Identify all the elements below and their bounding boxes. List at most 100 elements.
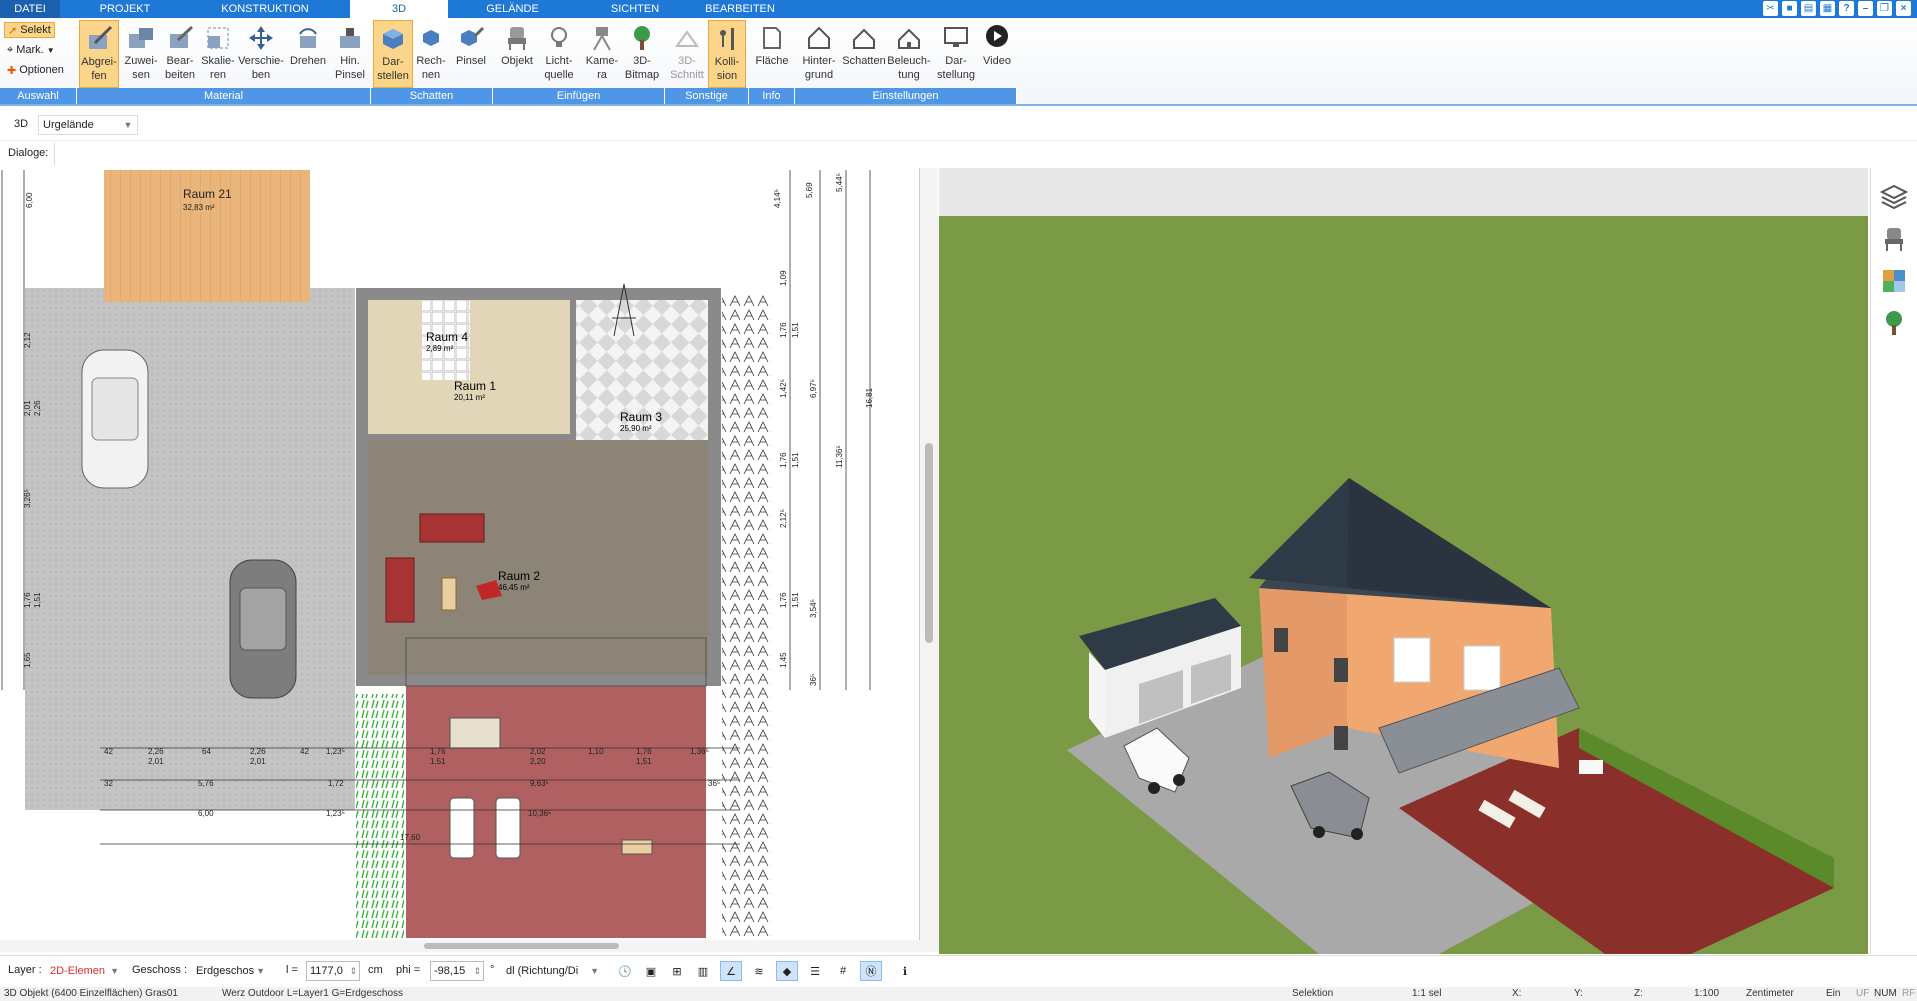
direction-select[interactable]: dl (Richtung/Di ▼ [502, 961, 602, 981]
close-icon[interactable]: × [1896, 1, 1911, 16]
floor-plan-view[interactable]: Raum 21 32,83 m² Raum 4 2,89 m² Raum 1 2… [0, 168, 920, 940]
scroll-thumb[interactable] [925, 443, 933, 643]
grid-icon[interactable]: ▦ [1820, 1, 1835, 16]
svg-text:1,51: 1,51 [791, 452, 800, 468]
show-shadows-button[interactable]: Dar- stellen [373, 20, 413, 88]
lounger-2[interactable] [495, 797, 521, 859]
scale-material-button[interactable]: Skalie- ren [198, 20, 238, 88]
insert-object-button[interactable]: Objekt [497, 20, 537, 88]
monitor-icon[interactable]: ▣ [640, 961, 662, 981]
tab-datei[interactable]: DATEI [0, 0, 60, 18]
svg-text:42: 42 [104, 747, 113, 756]
cube-icon [383, 29, 403, 49]
tools-icon[interactable]: ✂ [1763, 1, 1778, 16]
svg-text:1,10: 1,10 [588, 747, 604, 756]
diamond-icon[interactable]: ◆ [776, 961, 798, 981]
move-material-button[interactable]: Verschie- ben [236, 20, 286, 88]
tab-konstruktion[interactable]: KONSTRUKTION [200, 0, 330, 18]
brush-icon [340, 28, 360, 48]
lawn-strip[interactable] [356, 694, 404, 938]
materials-icon[interactable] [1879, 266, 1909, 296]
stepper-icon[interactable]: ⇕ [349, 962, 357, 980]
layer-select[interactable]: 2D-Elemen ▼ [46, 961, 122, 981]
light-source-button[interactable]: Licht- quelle [539, 20, 579, 88]
scroll-thumb[interactable] [424, 943, 619, 949]
lounger-1[interactable] [449, 797, 475, 859]
status-scale: 1:100 [1694, 988, 1720, 999]
grid-icon[interactable]: # [832, 961, 854, 981]
layers-icon[interactable] [1879, 182, 1909, 212]
view-mode-label: 3D [14, 118, 29, 130]
length-input[interactable]: 1177,0 ⇕ [306, 961, 360, 981]
room-2[interactable] [368, 440, 708, 675]
bench[interactable] [449, 717, 501, 749]
options-button[interactable]: ✚ Optionen [4, 62, 67, 78]
phi-input[interactable]: -98,15 ⇕ [430, 961, 484, 981]
geschoss-select[interactable]: Erdgeschos ▼ [192, 961, 268, 981]
car-white[interactable] [81, 349, 149, 489]
stepper-icon[interactable]: ⇕ [473, 962, 481, 980]
clock-icon[interactable]: 🕓 [614, 961, 636, 981]
coffee-table[interactable] [441, 577, 457, 611]
side-table[interactable] [621, 839, 653, 855]
wall-icon[interactable]: ▥ [692, 961, 714, 981]
sofa[interactable] [419, 513, 485, 543]
3d-render-canvas[interactable] [939, 168, 1868, 954]
help-icon[interactable]: ? [1839, 1, 1854, 16]
svg-text:1,51: 1,51 [636, 757, 652, 766]
hedge[interactable] [722, 293, 772, 938]
minimize-icon[interactable]: – [1858, 1, 1873, 16]
floor-plan-canvas[interactable]: Raum 21 32,83 m² Raum 4 2,89 m² Raum 1 2… [0, 168, 920, 940]
tab-sichten[interactable]: SICHTEN [590, 0, 680, 18]
3d-view[interactable] [939, 168, 1868, 954]
armchair[interactable] [385, 557, 415, 623]
color-icon[interactable]: ■ [1782, 1, 1797, 16]
pick-material-button[interactable]: Abgrei- fen [79, 20, 119, 88]
rotate-material-button[interactable]: Drehen [286, 20, 330, 88]
tab-projekt[interactable]: PROJEKT [80, 0, 170, 18]
svg-text:5,69: 5,69 [805, 182, 814, 198]
svg-text:2,12: 2,12 [23, 332, 32, 348]
edit-material-button[interactable]: Bear- beiten [160, 20, 200, 88]
floor-select[interactable]: Urgelände ▼ [38, 115, 138, 135]
area-button[interactable]: Fläche [752, 20, 792, 88]
snap-icon[interactable]: ⊞ [666, 961, 688, 981]
cursor-icon: ➚ [8, 24, 18, 37]
bitmap-3d-button[interactable]: 3D- Bitmap [622, 20, 662, 88]
section-3d-button[interactable]: 3D- Schnitt [667, 20, 707, 88]
chair-icon[interactable] [1879, 224, 1909, 254]
shadow-settings-button[interactable]: Schatten [841, 20, 887, 88]
background-button[interactable]: Hinter- grund [797, 20, 841, 88]
status-x: X: [1512, 988, 1522, 999]
layout-icon[interactable]: ▤ [1801, 1, 1816, 16]
assign-material-button[interactable]: Zuwei- sen [121, 20, 161, 88]
driveway[interactable] [25, 288, 355, 810]
tab-bearbeiten[interactable]: BEARBEITEN [695, 0, 785, 18]
select-button[interactable]: ➚ Selekt [4, 22, 55, 38]
car-grey[interactable] [229, 559, 297, 699]
assign-icon [129, 28, 153, 48]
video-button[interactable]: Video [978, 20, 1016, 88]
restore-icon[interactable]: ❐ [1877, 1, 1892, 16]
shadow-brush-button[interactable]: Pinsel [451, 20, 491, 88]
plants-icon[interactable] [1879, 308, 1909, 338]
display-settings-button[interactable]: Dar- stellung [934, 20, 978, 88]
plan-horizontal-scrollbar[interactable] [0, 940, 938, 952]
mark-button[interactable]: ⌖ Mark. ▼ [4, 42, 58, 58]
hint-brush-button[interactable]: Hin. Pinsel [330, 20, 370, 88]
north-icon[interactable]: Ⓝ [860, 961, 882, 981]
calculate-shadows-button[interactable]: Rech- nen [413, 20, 449, 88]
curve-icon[interactable]: ≋ [748, 961, 770, 981]
camera-button[interactable]: Kame- ra [582, 20, 622, 88]
tab-gelaende[interactable]: GELÄNDE [465, 0, 560, 18]
chevron-down-icon: ▼ [123, 120, 133, 130]
info-icon[interactable]: ℹ [894, 961, 916, 981]
tab-3d[interactable]: 3D [350, 0, 448, 18]
lighting-button[interactable]: Beleuch- tung [886, 20, 932, 88]
plan-vertical-scrollbar[interactable] [920, 168, 938, 940]
layers-stack-icon[interactable]: ☰ [804, 961, 826, 981]
angle-icon[interactable]: ∠ [720, 961, 742, 981]
table-3d[interactable] [1579, 760, 1603, 774]
room-1-label: Raum 1 [454, 379, 496, 393]
collision-button[interactable]: Kolli- sion [708, 20, 746, 88]
